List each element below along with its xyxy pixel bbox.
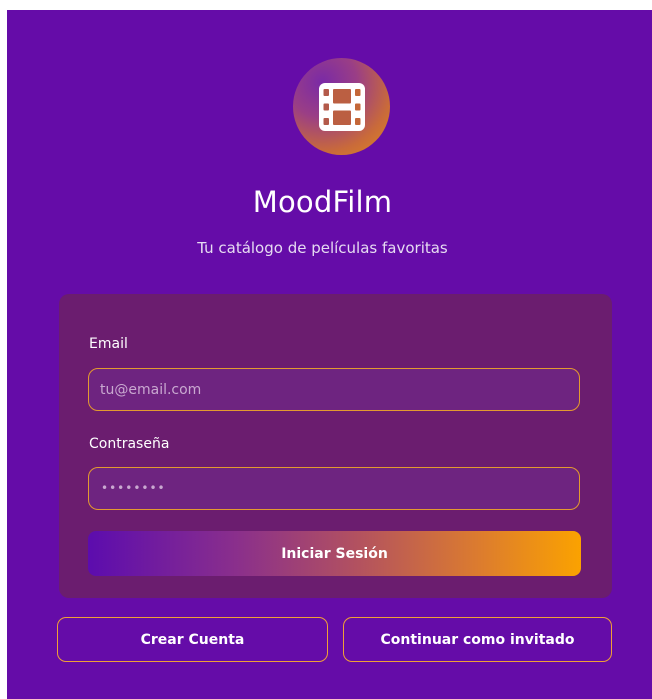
app-subtitle: Tu catálogo de películas favoritas [197,239,448,257]
password-label: Contraseña [89,436,170,452]
film-icon [318,82,365,131]
login-button[interactable]: Iniciar Sesión [88,531,581,576]
guest-button[interactable]: Continuar como invitado [343,617,612,662]
email-label: Email [89,336,128,352]
email-field[interactable] [88,368,580,411]
app-logo [293,58,390,155]
login-card: Email Contraseña •••••••• Iniciar Sesión [59,294,612,598]
create-account-button[interactable]: Crear Cuenta [57,617,328,662]
login-screen: MoodFilm Tu catálogo de películas favori… [7,10,652,699]
app-title: MoodFilm [252,185,393,219]
password-field[interactable] [88,467,580,510]
